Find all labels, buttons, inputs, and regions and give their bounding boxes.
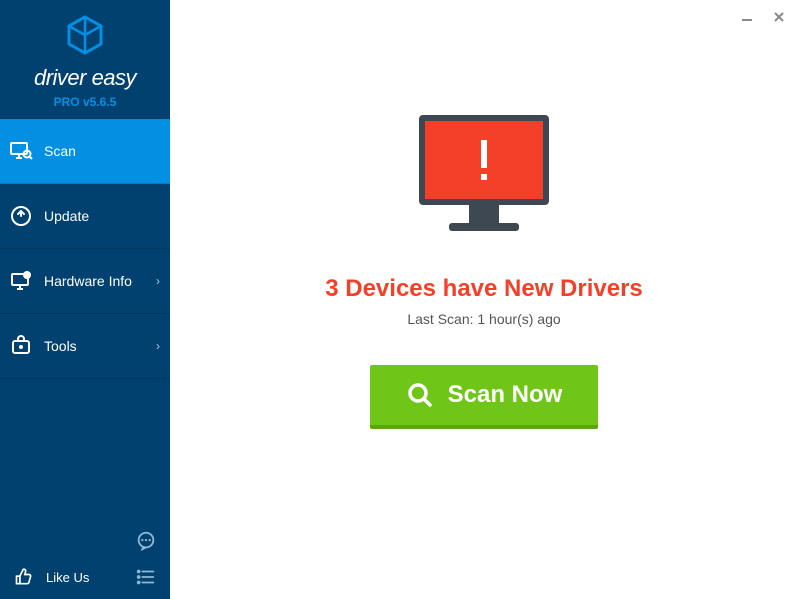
- tools-icon: [8, 333, 34, 359]
- logo-area: driver easy PRO v5.6.5: [0, 0, 170, 119]
- update-icon: [8, 203, 34, 229]
- nav-hardware[interactable]: i Hardware Info ›: [0, 249, 170, 314]
- main-content: 3 Devices have New Drivers Last Scan: 1 …: [170, 0, 798, 599]
- search-icon: [406, 381, 434, 409]
- nav-scan-label: Scan: [44, 143, 160, 159]
- feedback-icon[interactable]: [132, 527, 160, 555]
- chevron-right-icon: ›: [156, 274, 160, 288]
- nav-tools-label: Tools: [44, 338, 156, 354]
- window-controls: [738, 8, 788, 26]
- logo-icon: [65, 15, 105, 60]
- nav-tools[interactable]: Tools ›: [0, 314, 170, 379]
- nav-update[interactable]: Update: [0, 184, 170, 249]
- minimize-button[interactable]: [738, 8, 756, 26]
- last-scan-label: Last Scan: 1 hour(s) ago: [325, 311, 643, 327]
- sidebar: driver easy PRO v5.6.5 Scan Update: [0, 0, 170, 599]
- close-button[interactable]: [770, 8, 788, 26]
- like-label: Like Us: [46, 570, 89, 585]
- sidebar-footer: Like Us: [0, 519, 170, 599]
- svg-text:i: i: [26, 273, 28, 280]
- thumbs-up-icon: [10, 563, 38, 591]
- version-label: PRO v5.6.5: [0, 95, 170, 109]
- status-area: 3 Devices have New Drivers Last Scan: 1 …: [325, 110, 643, 327]
- status-headline: 3 Devices have New Drivers: [325, 275, 643, 303]
- monitor-search-icon: [8, 138, 34, 164]
- hardware-icon: i: [8, 268, 34, 294]
- nav-update-label: Update: [44, 208, 160, 224]
- menu-icon[interactable]: [132, 563, 160, 591]
- chevron-right-icon: ›: [156, 339, 160, 353]
- scan-button-label: Scan Now: [448, 381, 563, 409]
- nav-hardware-label: Hardware Info: [44, 273, 156, 289]
- monitor-alert-icon: [409, 110, 559, 245]
- nav: Scan Update i Hardware Info ›: [0, 119, 170, 519]
- nav-scan[interactable]: Scan: [0, 119, 170, 184]
- brand-name: driver easy: [0, 65, 170, 91]
- like-button[interactable]: Like Us: [10, 563, 89, 591]
- scan-now-button[interactable]: Scan Now: [370, 365, 599, 429]
